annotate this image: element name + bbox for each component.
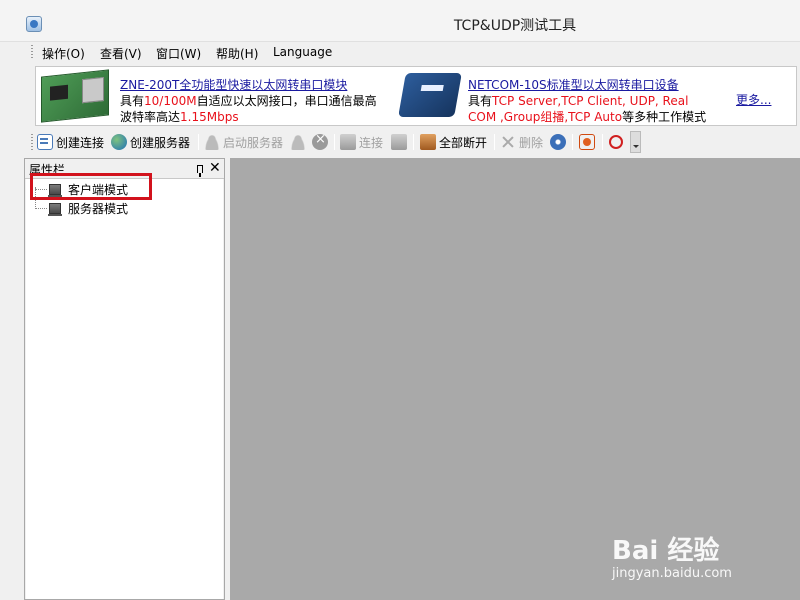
tree-item-server-mode[interactable]: 服务器模式 <box>35 199 128 217</box>
gear-icon <box>550 134 566 150</box>
watermark-url: jingyan.baidu.com <box>612 566 732 581</box>
network-icon <box>340 134 356 150</box>
delete-button[interactable]: 删除 <box>500 133 543 151</box>
menu-view[interactable]: 查看(V) <box>100 45 142 62</box>
product2-desc-line1: 具有TCP Server,TCP Client, UDP, Real <box>468 94 689 108</box>
menu-operate[interactable]: 操作(O) <box>42 45 85 62</box>
tree-connector <box>35 207 47 209</box>
disconnect-all-button[interactable]: 全部断开 <box>420 133 487 151</box>
device-box-image[interactable] <box>398 73 462 117</box>
close-icon[interactable]: ✕ <box>209 160 221 176</box>
stop-button[interactable] <box>312 132 328 151</box>
menu-language[interactable]: Language <box>273 45 332 59</box>
toolbar-grip-handle[interactable] <box>31 134 33 151</box>
toolbar-overflow-chevron-icon[interactable] <box>630 131 641 153</box>
globe-icon <box>111 134 127 150</box>
create-server-button[interactable]: 创建服务器 <box>111 133 190 151</box>
menu-bar: 操作(O) 查看(V) 窗口(W) 帮助(H) Language <box>0 42 800 63</box>
ad-banner: ZNE-200T全功能型快速以太网转串口模块 具有10/100M自适应以太网接口… <box>35 66 797 126</box>
product1-link[interactable]: ZNE-200T全功能型快速以太网转串口模块 <box>120 76 347 93</box>
pin-icon[interactable] <box>197 165 203 177</box>
power-button[interactable] <box>579 133 595 151</box>
tree-item-client-mode[interactable]: 客户端模式 <box>35 180 128 198</box>
network-icon <box>391 134 407 150</box>
power-icon <box>579 134 595 150</box>
disconnect-icon <box>420 134 436 150</box>
menu-window[interactable]: 窗口(W) <box>156 45 201 62</box>
toolbar-separator <box>572 134 573 150</box>
computer-icon <box>48 202 62 216</box>
panel-title: 属性栏 <box>29 163 66 177</box>
product2-desc-line2: COM ,Group组播,TCP Auto等多种工作模式 <box>468 110 707 124</box>
tree-connector <box>35 188 47 190</box>
server-users-button[interactable] <box>290 133 306 151</box>
users-icon <box>204 134 220 150</box>
toolbar-separator <box>413 134 414 150</box>
settings-button[interactable] <box>550 133 566 151</box>
menu-grip-handle[interactable] <box>31 45 33 60</box>
product1-desc-line2: 波特率高达1.15Mbps <box>120 110 239 124</box>
panel-header: 属性栏 ✕ <box>25 159 224 179</box>
new-document-icon <box>37 134 53 150</box>
product2-link[interactable]: NETCOM-10S标准型以太网转串口设备 <box>468 76 679 93</box>
start-server-button[interactable]: 启动服务器 <box>204 133 283 151</box>
computer-icon <box>48 183 62 197</box>
mode-tree: 客户端模式 服务器模式 <box>26 179 223 599</box>
stop-icon <box>312 132 328 150</box>
product1-desc-line1: 具有10/100M自适应以太网接口，串口通信最高 <box>120 94 377 108</box>
toolbar-separator <box>494 134 495 150</box>
wave-icon <box>609 135 623 149</box>
users-icon <box>290 134 306 150</box>
window-title: TCP&UDP测试工具 <box>453 18 577 34</box>
toolbar-separator <box>602 134 603 150</box>
properties-panel: 属性栏 ✕ 客户端模式 服务器模式 <box>24 158 225 600</box>
create-connection-button[interactable]: 创建连接 <box>37 133 104 151</box>
circuit-board-image[interactable] <box>41 69 109 123</box>
watermark-brand: Bai 经验 <box>612 536 720 566</box>
baidu-watermark: Bai 经验 jingyan.baidu.com <box>612 516 800 586</box>
delete-icon <box>500 134 516 150</box>
toolbar-separator <box>334 134 335 150</box>
menu-help[interactable]: 帮助(H) <box>216 45 258 62</box>
wave-button[interactable] <box>609 133 623 151</box>
connect-button[interactable]: 连接 <box>340 133 383 151</box>
more-link[interactable]: 更多... <box>736 91 771 108</box>
network-button[interactable] <box>391 133 407 151</box>
toolbar-separator <box>198 134 199 150</box>
title-bar: TCP&UDP测试工具 <box>0 0 800 42</box>
toolbar: 创建连接 创建服务器 启动服务器 连接 全部断开 删除 <box>0 129 800 155</box>
